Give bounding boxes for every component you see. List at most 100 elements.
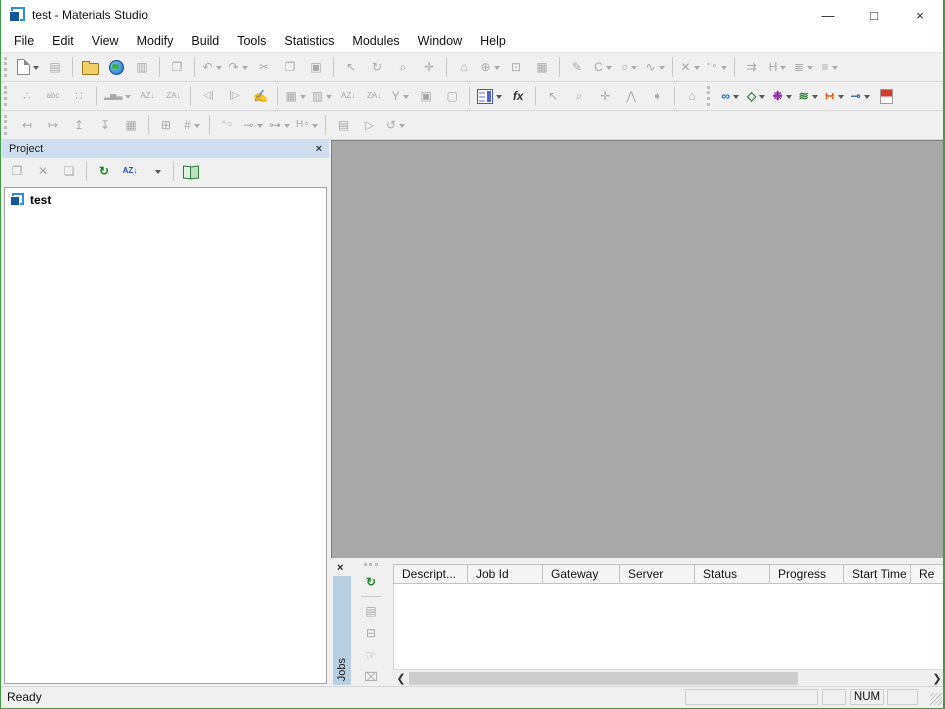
sketch-arc-button[interactable]: C	[591, 56, 615, 78]
menu-file[interactable]: File	[5, 32, 43, 50]
project-home-button[interactable]: ⌂	[680, 85, 704, 107]
toolbar-grip[interactable]	[4, 86, 9, 106]
symmetry-options-button[interactable]: ∷	[67, 85, 91, 107]
sort-project-button[interactable]: AZ↓	[118, 160, 142, 182]
build-polymers-button[interactable]: ∞	[718, 85, 742, 107]
measure-change-button[interactable]: ⊶	[267, 114, 292, 136]
column-header-start-time[interactable]: Start Time	[844, 564, 911, 584]
toolbar-grip[interactable]	[4, 115, 9, 135]
peak-analysis-button[interactable]: ⋀	[619, 85, 643, 107]
show-cell-abc-button[interactable]: abc	[41, 85, 65, 107]
build-nanostructure-button[interactable]: ❉	[770, 85, 794, 107]
fit-view-button[interactable]: ⊡	[504, 56, 528, 78]
annotate-button[interactable]: ✍	[248, 85, 272, 107]
menu-statistics[interactable]: Statistics	[275, 32, 343, 50]
project-close-icon[interactable]: ×	[316, 143, 322, 155]
column-header-job-id[interactable]: Job Id	[468, 564, 543, 584]
new-3d-window-button[interactable]: ❒	[165, 56, 189, 78]
column-header-descript[interactable]: Descript...	[393, 564, 468, 584]
column-header-gateway[interactable]: Gateway	[543, 564, 620, 584]
undo-button[interactable]: ↶	[200, 56, 224, 78]
supercell-button[interactable]: #	[180, 114, 204, 136]
job-properties-button[interactable]: ▤	[359, 601, 383, 621]
toolbar-grip[interactable]	[707, 86, 712, 106]
chart-viewer-button[interactable]: ▂▅▃	[102, 85, 133, 107]
run-on-server-button[interactable]: ↺	[383, 114, 407, 136]
import-button[interactable]	[104, 56, 128, 78]
view-onto-button[interactable]: ⊕	[478, 56, 502, 78]
refresh-jobs-button[interactable]: ↻	[359, 572, 383, 592]
sort-options-button[interactable]	[144, 160, 168, 182]
maximize-button[interactable]: □	[851, 0, 897, 30]
sketch-fragment-button[interactable]: ∿	[643, 56, 667, 78]
display-options-button[interactable]: ▦	[530, 56, 554, 78]
column-header-re[interactable]: Re	[911, 564, 945, 584]
amorphous-cell-button[interactable]: ∺	[822, 85, 846, 107]
export-button[interactable]: ▥	[130, 56, 154, 78]
adjust-hydrogen-button[interactable]: H	[766, 56, 790, 78]
stop-job-button[interactable]: ☞	[359, 645, 383, 665]
redefine-lattice-button[interactable]: ⊞	[154, 114, 178, 136]
column-header-server[interactable]: Server	[620, 564, 695, 584]
menu-help[interactable]: Help	[471, 32, 515, 50]
sketch-atom-button[interactable]: ✎	[565, 56, 589, 78]
column-header-status[interactable]: Status	[695, 564, 770, 584]
new-item-button[interactable]: ❐	[5, 160, 29, 182]
delete-item-button[interactable]: ✕	[31, 160, 55, 182]
jobs-tab[interactable]: Jobs	[336, 658, 348, 681]
selection-mode-button[interactable]: ↖	[339, 56, 363, 78]
zoom-tool-button[interactable]: ⌕	[567, 85, 591, 107]
column-header-progress[interactable]: Progress	[770, 564, 844, 584]
study-table-button[interactable]: ▥	[310, 85, 334, 107]
modify-element-button[interactable]: ⁺∘	[704, 56, 729, 78]
translation-mode-button[interactable]: ✛	[417, 56, 441, 78]
expand-left-button[interactable]: ↤	[15, 114, 39, 136]
rename-item-button[interactable]: ❏	[57, 160, 81, 182]
redo-button[interactable]: ↷	[226, 56, 250, 78]
toolkit-button[interactable]	[874, 85, 898, 107]
workflow-button[interactable]: ➧	[645, 85, 669, 107]
menu-edit[interactable]: Edit	[43, 32, 83, 50]
previous-frame-button[interactable]: ◁|	[196, 85, 220, 107]
add-atom-button[interactable]: ⁺○	[215, 114, 239, 136]
refresh-project-button[interactable]: ↻	[92, 160, 116, 182]
save-button[interactable]: ▤	[43, 56, 67, 78]
sort-table-descending-button[interactable]: ZA↓	[362, 85, 386, 107]
menu-build[interactable]: Build	[182, 32, 228, 50]
tree-item-test[interactable]: test	[8, 192, 323, 208]
adjust-bond-type-button[interactable]: ✕	[678, 56, 702, 78]
open-button[interactable]	[78, 56, 102, 78]
align-structures-button[interactable]: ≡	[818, 56, 842, 78]
cut-button[interactable]: ✂	[252, 56, 276, 78]
close-button[interactable]: ×	[897, 0, 943, 30]
create-bond-button[interactable]: ⊸	[241, 114, 265, 136]
jobs-close-icon[interactable]: ×	[337, 562, 343, 574]
remove-job-button[interactable]: ⌧	[359, 667, 383, 687]
scroll-left-icon[interactable]: ❮	[393, 670, 409, 687]
scrollbar-thumb[interactable]	[409, 672, 798, 685]
expand-up-button[interactable]: ↥	[67, 114, 91, 136]
menu-modules[interactable]: Modules	[343, 32, 408, 50]
script-document-button[interactable]: ▤	[331, 114, 355, 136]
sort-ascending-button[interactable]: AZ↓	[135, 85, 159, 107]
calculator-button[interactable]: ▦	[283, 85, 307, 107]
paste-button[interactable]: ▣	[304, 56, 328, 78]
build-mesostructures-button[interactable]: ≋	[796, 85, 820, 107]
menu-window[interactable]: Window	[409, 32, 471, 50]
menu-tools[interactable]: Tools	[228, 32, 275, 50]
sketch-ring-button[interactable]: ○	[617, 56, 641, 78]
protect-button[interactable]: ▣	[414, 85, 438, 107]
resize-grip[interactable]	[930, 693, 942, 705]
new-document-button[interactable]	[15, 56, 41, 78]
expand-down-button[interactable]: ↧	[93, 114, 117, 136]
menu-modify[interactable]: Modify	[128, 32, 183, 50]
sort-descending-button[interactable]: ZA↓	[161, 85, 185, 107]
pan-tool-button[interactable]: ✛	[593, 85, 617, 107]
open-reference-button[interactable]	[179, 160, 203, 182]
unprotect-button[interactable]: ▢	[440, 85, 464, 107]
adjust-hydrogens-button[interactable]: H∘	[294, 114, 320, 136]
cell-properties-button[interactable]: ▦	[119, 114, 143, 136]
toolbar-grip[interactable]	[364, 563, 378, 568]
rotation-mode-button[interactable]: ↻	[365, 56, 389, 78]
sort-table-ascending-button[interactable]: AZ↓	[336, 85, 360, 107]
